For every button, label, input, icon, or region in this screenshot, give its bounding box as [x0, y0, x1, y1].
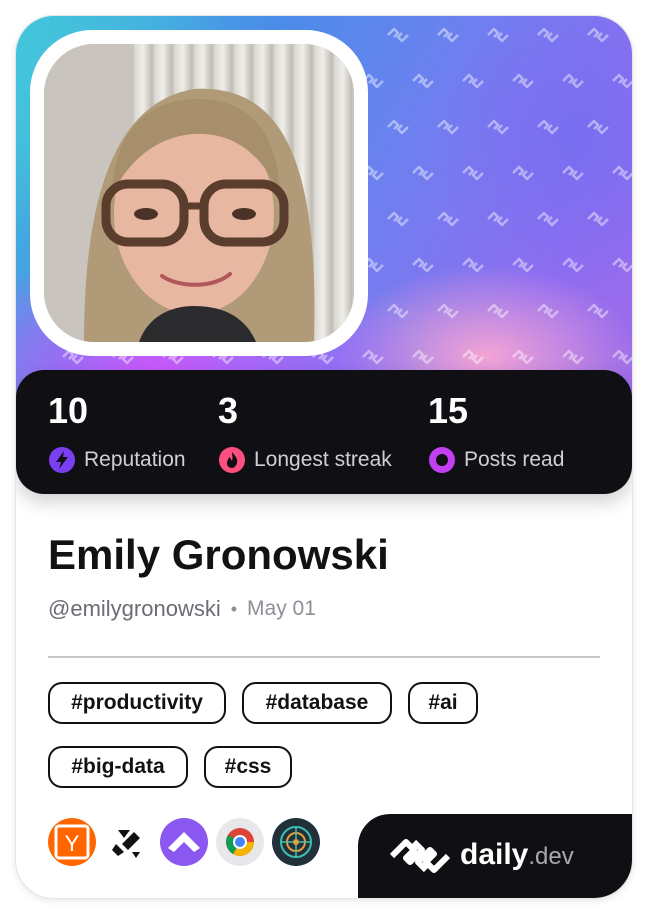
- divider: [48, 656, 600, 658]
- brand-footer: daily.dev: [358, 814, 632, 898]
- daily-dev-logo-icon: [389, 839, 451, 873]
- stat-posts: 15 Posts read: [428, 390, 564, 474]
- tag-big-data[interactable]: #big-data: [48, 746, 188, 788]
- chrome-icon[interactable]: [216, 818, 264, 866]
- stat-reputation-value: 10: [48, 390, 89, 431]
- ai-brain-icon[interactable]: [272, 818, 320, 866]
- stat-reputation-label: Reputation: [84, 448, 186, 471]
- stat-streak: 3 Longest streak: [218, 390, 392, 474]
- lightning-icon: [49, 447, 75, 473]
- tag-database[interactable]: #database: [242, 682, 392, 724]
- profile-date: May 01: [247, 597, 316, 620]
- tag-css[interactable]: #css: [204, 746, 292, 788]
- stats-bar: 10 Reputation 3 Longest streak 15 Posts …: [16, 370, 632, 494]
- profile-meta: @emilygronowski • May 01: [48, 596, 316, 622]
- tag-ai[interactable]: #ai: [408, 682, 478, 724]
- stat-streak-label: Longest streak: [254, 448, 392, 471]
- tag-productivity[interactable]: #productivity: [48, 682, 226, 724]
- svg-text:Y: Y: [65, 831, 80, 856]
- hacker-news-icon[interactable]: Y: [48, 818, 96, 866]
- brand-daily-text: daily: [460, 838, 529, 871]
- eye-ring-icon: [429, 447, 455, 473]
- brand-wordmark: daily.dev: [460, 838, 574, 872]
- stat-posts-value: 15: [428, 390, 469, 431]
- profile-handle: @emilygronowski: [48, 596, 221, 621]
- dev-source-icon[interactable]: [104, 818, 152, 866]
- profile-card: 10 Reputation 3 Longest streak 15 Posts …: [16, 16, 632, 898]
- meta-separator: •: [230, 598, 238, 619]
- flame-icon: [219, 447, 245, 473]
- stat-posts-label: Posts read: [464, 448, 565, 471]
- product-hunt-icon[interactable]: [160, 818, 208, 866]
- avatar: [30, 30, 368, 356]
- profile-name: Emily Gronowski: [48, 531, 389, 578]
- stat-reputation: 10 Reputation: [48, 390, 186, 474]
- avatar-photo: [44, 44, 354, 342]
- stat-streak-value: 3: [218, 390, 239, 431]
- brand-dev-text: .dev: [528, 843, 574, 870]
